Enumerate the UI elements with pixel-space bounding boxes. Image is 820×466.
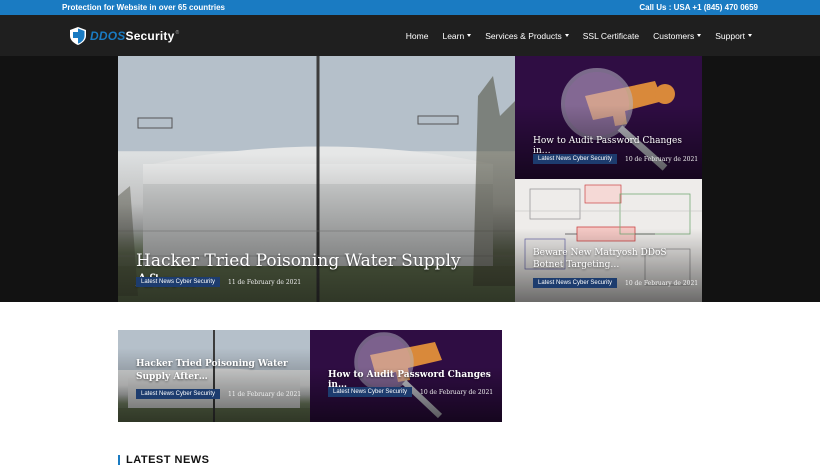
logo-wordmark: DDOSSecurity: [90, 29, 174, 43]
latest-news-heading: LATEST NEWS: [118, 454, 210, 466]
featured-side-bottom-date: 10 de February de 2021: [625, 280, 699, 287]
caret-down-icon: [748, 34, 752, 37]
featured-side-top-title[interactable]: How to Audit Password Changes in…: [533, 136, 702, 156]
contact-phone[interactable]: Call Us : USA +1 (845) 470 0659: [639, 3, 758, 12]
featured-side-bottom-article[interactable]: Beware New Matryosh DDoS Botnet Targetin…: [515, 179, 702, 302]
caret-down-icon: [564, 34, 569, 37]
featured-main-category-tag[interactable]: Latest News Cyber Security: [136, 277, 221, 287]
nav-learn[interactable]: Learn: [442, 31, 472, 41]
secondary-article-1[interactable]: Hacker Tried Poisoning Water Supply Afte…: [118, 330, 310, 422]
featured-side-top-category-tag[interactable]: Latest News Cyber Security: [533, 154, 618, 164]
featured-main-article[interactable]: Hacker Tried Poisoning Water Supply Afte…: [118, 56, 515, 302]
secondary-article-2[interactable]: How to Audit Password Changes in… Latest…: [310, 330, 502, 422]
nav-ssl-certificate[interactable]: SSL Certificate: [583, 31, 639, 41]
tagline: Protection for Website in over 65 countr…: [62, 3, 225, 12]
heading-accent-bar: [118, 455, 120, 465]
main-navigation: DDOSSecurity ® Home Learn Services & Pro…: [0, 15, 820, 56]
caret-down-icon: [697, 34, 702, 37]
secondary-article-1-category-tag[interactable]: Latest News Cyber Security: [136, 389, 221, 399]
featured-side-bottom-category-tag[interactable]: Latest News Cyber Security: [533, 278, 618, 288]
featured-main-date: 11 de February de 2021: [228, 279, 302, 286]
featured-side-top-date: 10 de February de 2021: [625, 156, 699, 163]
caret-down-icon: [467, 34, 472, 37]
secondary-article-2-category-tag[interactable]: Latest News Cyber Security: [328, 387, 413, 397]
nav-services-products[interactable]: Services & Products: [485, 31, 569, 41]
nav-support[interactable]: Support: [715, 31, 752, 41]
featured-side-bottom-title[interactable]: Beware New Matryosh DDoS Botnet Targetin…: [533, 247, 698, 271]
secondary-article-1-date: 11 de February de 2021: [228, 391, 302, 398]
nav-customers[interactable]: Customers: [653, 31, 702, 41]
featured-side-top-article[interactable]: How to Audit Password Changes in… Latest…: [515, 56, 702, 179]
top-info-bar: Protection for Website in over 65 countr…: [0, 0, 820, 15]
latest-news-title: LATEST NEWS: [126, 454, 210, 466]
shield-icon: [70, 27, 86, 45]
nav-home[interactable]: Home: [406, 31, 429, 41]
logo-security: Security: [125, 29, 175, 43]
logo-trademark: ®: [175, 30, 180, 36]
secondary-article-1-title[interactable]: Hacker Tried Poisoning Water Supply Afte…: [136, 358, 304, 384]
nav-menu: Home Learn Services & Products SSL Certi…: [406, 15, 752, 56]
site-logo[interactable]: DDOSSecurity ®: [70, 27, 179, 45]
logo-ddos: DDOS: [90, 29, 126, 43]
secondary-article-2-date: 10 de February de 2021: [420, 389, 494, 396]
